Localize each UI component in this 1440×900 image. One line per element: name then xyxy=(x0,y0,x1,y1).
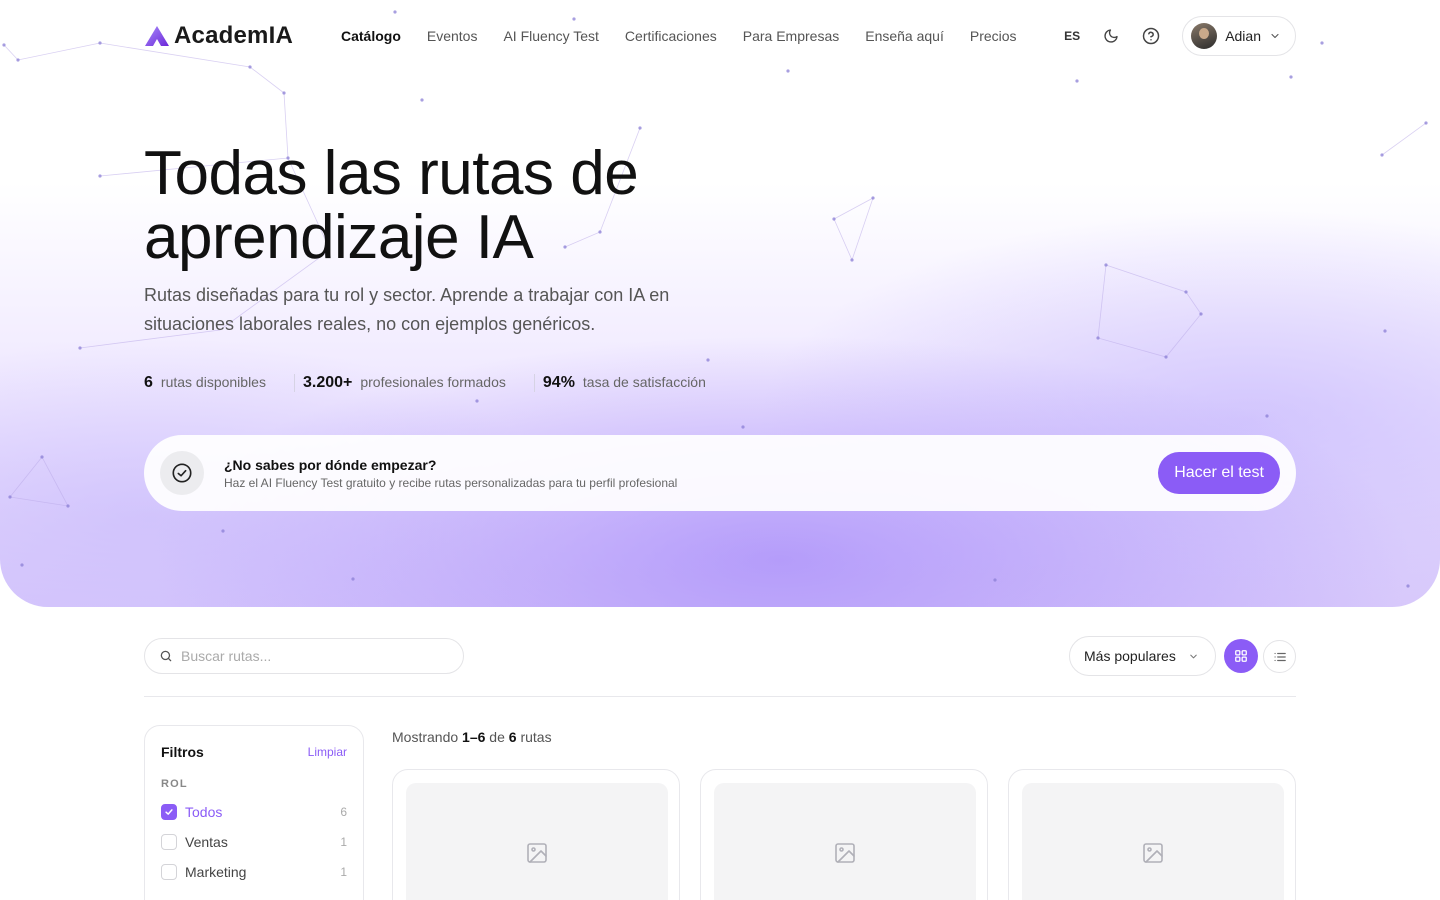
nav-item-certificaciones[interactable]: Certificaciones xyxy=(625,28,717,44)
image-placeholder-icon xyxy=(527,843,547,863)
stat-value: 94% xyxy=(542,374,575,391)
nav-item-para-empresas[interactable]: Para Empresas xyxy=(743,28,839,44)
filter-label: Marketing xyxy=(185,864,247,880)
stat-satisfaction: 94% tasa de satisfacción xyxy=(533,374,734,392)
search-input[interactable] xyxy=(181,648,441,664)
page-subtitle: Rutas diseñadas para tu rol y sector. Ap… xyxy=(144,285,670,334)
moon-icon xyxy=(1104,29,1118,43)
toolbar-divider xyxy=(144,696,1296,697)
checkbox[interactable] xyxy=(161,864,177,880)
brand-logo[interactable]: AcademIA xyxy=(144,22,293,50)
fluency-test-banner: ¿No sabes por dónde empezar? Haz el AI F… xyxy=(144,435,1296,511)
filter-count: 6 xyxy=(340,805,347,819)
user-menu[interactable]: Adian xyxy=(1182,16,1296,56)
image-placeholder-icon xyxy=(835,843,855,863)
list-icon xyxy=(1273,652,1286,661)
search-icon xyxy=(160,650,172,662)
card-image-placeholder xyxy=(406,783,668,900)
top-navigation: AcademIA Catálogo Eventos AI Fluency Tes… xyxy=(144,16,1296,56)
results-total: 6 xyxy=(508,729,517,745)
stat-routes: 6 rutas disponibles xyxy=(144,374,294,392)
filter-option-todos[interactable]: Todos 6 xyxy=(161,804,347,820)
take-test-button[interactable]: Hacer el test xyxy=(1158,452,1280,494)
chevron-down-icon xyxy=(1271,33,1279,39)
checkbox[interactable] xyxy=(161,834,177,850)
filter-count: 1 xyxy=(340,835,347,849)
help-button[interactable] xyxy=(1142,27,1160,45)
route-card[interactable] xyxy=(700,769,988,900)
page-title: Todas las rutas de aprendizaje IA xyxy=(144,139,639,272)
stat-value: 3.200+ xyxy=(302,374,353,391)
sort-label: Más populares xyxy=(1084,648,1176,664)
results-of: de xyxy=(489,729,505,745)
results-prefix: Mostrando xyxy=(392,729,459,745)
nav-item-ensena-aqui[interactable]: Enseña aquí xyxy=(865,28,944,44)
nav-item-catalogo[interactable]: Catálogo xyxy=(341,28,401,44)
filters-title: Filtros xyxy=(161,744,204,760)
route-card[interactable] xyxy=(392,769,680,900)
nav-actions: ES Adian xyxy=(1064,16,1296,56)
filter-group-label: ROL xyxy=(161,778,188,790)
nav-item-eventos[interactable]: Eventos xyxy=(427,28,478,44)
clear-filters-link[interactable]: Limpiar xyxy=(308,745,347,759)
nav-item-ai-fluency-test[interactable]: AI Fluency Test xyxy=(503,28,598,44)
avatar xyxy=(1191,23,1218,49)
sort-select[interactable]: Más populares xyxy=(1069,636,1216,676)
card-image-placeholder xyxy=(714,783,976,900)
stat-professionals: 3.200+ profesionales formados xyxy=(293,374,534,392)
help-circle-icon xyxy=(1142,27,1160,45)
results-range: 1–6 xyxy=(462,729,486,745)
cta-title: ¿No sabes por dónde empezar? xyxy=(224,456,437,473)
filters-header: Filtros Limpiar xyxy=(161,744,347,760)
filters-panel: Filtros Limpiar ROL Todos 6 Ventas 1 Mar… xyxy=(144,725,364,900)
checkbox[interactable] xyxy=(161,804,177,820)
filter-option-marketing[interactable]: Marketing 1 xyxy=(161,864,347,880)
language-switch[interactable]: ES xyxy=(1064,29,1080,43)
stat-label: rutas disponibles xyxy=(160,374,266,390)
list-view-button[interactable] xyxy=(1263,640,1296,673)
stat-label: tasa de satisfacción xyxy=(582,374,706,390)
logo-mark-icon xyxy=(145,26,169,46)
dark-mode-toggle[interactable] xyxy=(1102,27,1120,45)
user-name: Adian xyxy=(1225,28,1261,44)
grid-view-button[interactable] xyxy=(1224,639,1258,673)
image-placeholder-icon xyxy=(1143,843,1163,863)
filter-label: Todos xyxy=(185,804,223,820)
filter-option-ventas[interactable]: Ventas 1 xyxy=(161,834,347,850)
filter-count: 1 xyxy=(340,865,347,879)
brand-name: AcademIA xyxy=(174,22,293,49)
stats-row: 6 rutas disponibles 3.200+ profesionales… xyxy=(144,374,734,392)
main-menu: Catálogo Eventos AI Fluency Test Certifi… xyxy=(341,28,1017,44)
results-count: Mostrando 1–6 de 6 rutas xyxy=(392,729,552,745)
grid-icon xyxy=(1235,650,1247,662)
results-suffix: rutas xyxy=(520,729,552,745)
stat-label: profesionales formados xyxy=(360,374,506,390)
card-image-placeholder xyxy=(1022,783,1284,900)
chevron-down-icon xyxy=(1190,654,1197,658)
cta-description: Haz el AI Fluency Test gratuito y recibe… xyxy=(224,475,678,490)
search-box xyxy=(144,638,464,674)
nav-item-precios[interactable]: Precios xyxy=(970,28,1017,44)
cta-icon-badge xyxy=(160,451,204,495)
route-card[interactable] xyxy=(1008,769,1296,900)
stat-value: 6 xyxy=(144,374,153,391)
check-icon xyxy=(165,809,173,815)
check-circle-icon xyxy=(172,463,192,483)
cta-text: ¿No sabes por dónde empezar? Haz el AI F… xyxy=(224,457,677,490)
filter-label: Ventas xyxy=(185,834,228,850)
